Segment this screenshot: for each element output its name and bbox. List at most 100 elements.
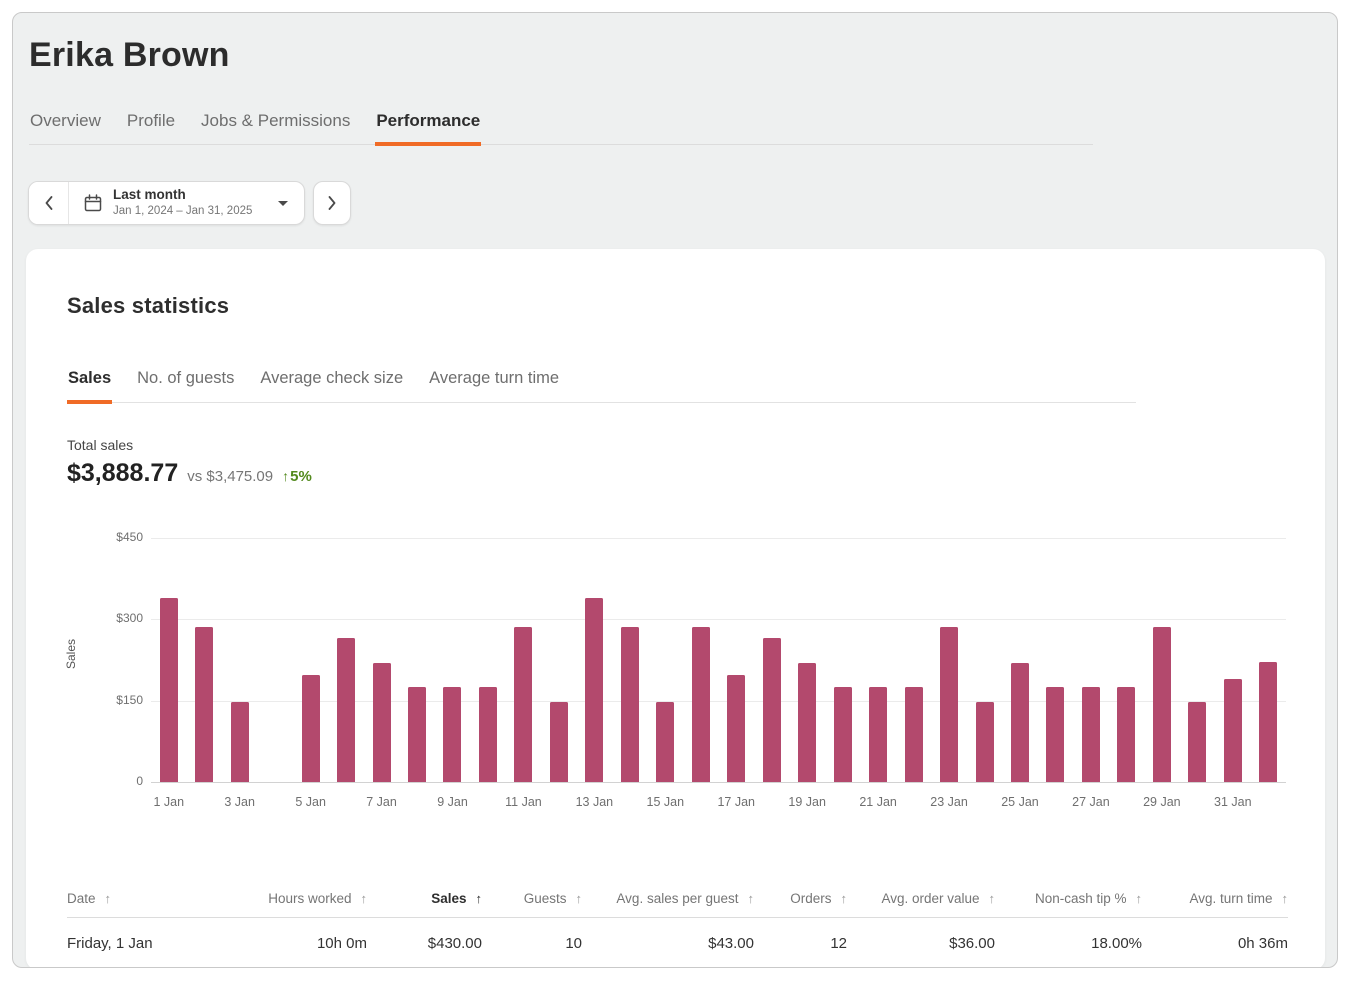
bar-19-jan[interactable] [798, 663, 816, 782]
sort-arrow-icon: ↑ [1282, 891, 1289, 906]
bar-12-jan[interactable] [550, 702, 568, 782]
x-tick-label: 13 Jan [576, 795, 614, 809]
table-cell: Friday, 1 Jan [67, 935, 247, 952]
main-tabs: Overview Profile Jobs & Permissions Perform… [29, 111, 1093, 145]
x-tick-label: 1 Jan [153, 795, 184, 809]
x-tick-label: 23 Jan [930, 795, 968, 809]
column-header-avg-sales-per-guest[interactable]: Avg. sales per guest↑ [582, 891, 754, 906]
bar-18-jan[interactable] [763, 638, 781, 782]
bar-22-jan[interactable] [905, 687, 923, 782]
tab-jobs-permissions[interactable]: Jobs & Permissions [200, 111, 351, 144]
bar-extra[interactable] [1259, 662, 1277, 782]
chevron-left-icon [45, 196, 53, 210]
date-range-value: Jan 1, 2024 – Jan 31, 2025 [113, 204, 252, 218]
tab-performance[interactable]: Performance [375, 111, 481, 144]
bar-20-jan[interactable] [834, 687, 852, 782]
y-tick-label: $150 [51, 693, 143, 707]
column-header-orders[interactable]: Orders↑ [754, 891, 847, 906]
column-header-hours-worked[interactable]: Hours worked↑ [247, 891, 367, 906]
y-tick-label: 0 [51, 774, 143, 788]
bar-5-jan[interactable] [302, 675, 320, 782]
gridline-450 [151, 538, 1286, 539]
table-cell: $43.00 [582, 935, 754, 952]
metric-tabs: Sales No. of guests Average check size Aver… [67, 369, 1136, 403]
bar-9-jan[interactable] [443, 687, 461, 782]
column-header-avg-turn-time[interactable]: Avg. turn time↑ [1142, 891, 1288, 906]
x-tick-label: 19 Jan [788, 795, 826, 809]
x-tick-label: 25 Jan [1001, 795, 1039, 809]
next-period-button[interactable] [313, 181, 351, 225]
column-label: Avg. sales per guest [616, 891, 738, 906]
bar-16-jan[interactable] [692, 627, 710, 782]
column-header-guests[interactable]: Guests↑ [482, 891, 582, 906]
bar-31-jan[interactable] [1224, 679, 1242, 782]
employee-performance-page: Erika Brown OverviewProfileJobs & Permis… [12, 12, 1338, 968]
previous-period-button[interactable] [29, 182, 69, 224]
table-row[interactable]: Friday, 1 Jan10h 0m$430.0010$43.0012$36.… [67, 918, 1288, 968]
bar-11-jan[interactable] [514, 627, 532, 782]
x-tick-label: 3 Jan [224, 795, 255, 809]
gridline-300 [151, 619, 1286, 620]
table-cell: $430.00 [367, 935, 482, 952]
bar-15-jan[interactable] [656, 702, 674, 782]
bar-30-jan[interactable] [1188, 702, 1206, 782]
bar-17-jan[interactable] [727, 675, 745, 782]
x-tick-label: 7 Jan [366, 795, 397, 809]
total-sales-value: $3,888.77 [67, 459, 178, 488]
bar-1-jan[interactable] [160, 598, 178, 782]
column-header-sales[interactable]: Sales↑ [367, 891, 482, 906]
bar-2-jan[interactable] [195, 627, 213, 782]
date-filter-bar: Last month Jan 1, 2024 – Jan 31, 2025 [28, 181, 1337, 225]
bar-29-jan[interactable] [1153, 627, 1171, 782]
bar-23-jan[interactable] [940, 627, 958, 782]
bar-14-jan[interactable] [621, 627, 639, 782]
table-cell: 12 [754, 935, 847, 952]
calendar-icon [83, 193, 103, 213]
bar-8-jan[interactable] [408, 687, 426, 782]
bar-7-jan[interactable] [373, 663, 391, 782]
table-cell: 0h 36m [1142, 935, 1288, 952]
y-tick-label: $450 [51, 530, 143, 544]
table-cell: 10h 0m [247, 935, 367, 952]
metric-tab-no-of-guests[interactable]: No. of guests [136, 369, 235, 402]
tab-overview[interactable]: Overview [29, 111, 102, 144]
table-cell: $36.00 [847, 935, 995, 952]
x-tick-label: 11 Jan [505, 795, 542, 809]
column-header-non-cash-tip-[interactable]: Non-cash tip %↑ [995, 891, 1142, 906]
bar-21-jan[interactable] [869, 687, 887, 782]
date-range-texts: Last month Jan 1, 2024 – Jan 31, 2025 [113, 187, 252, 218]
chevron-right-icon [328, 196, 336, 210]
bar-13-jan[interactable] [585, 598, 603, 782]
column-header-avg-order-value[interactable]: Avg. order value↑ [847, 891, 995, 906]
bar-26-jan[interactable] [1046, 687, 1064, 782]
bar-25-jan[interactable] [1011, 663, 1029, 782]
metric-tab-sales[interactable]: Sales [67, 369, 112, 402]
bar-10-jan[interactable] [479, 687, 497, 782]
bar-6-jan[interactable] [337, 638, 355, 782]
tab-profile[interactable]: Profile [126, 111, 176, 144]
metric-tab-average-turn-time[interactable]: Average turn time [428, 369, 560, 402]
bar-24-jan[interactable] [976, 702, 994, 782]
x-tick-label: 29 Jan [1143, 795, 1181, 809]
y-tick-label: $300 [51, 611, 143, 625]
sales-statistics-card: Sales statistics SalesNo. of guestsAvera… [26, 249, 1325, 968]
column-header-date[interactable]: Date↑ [67, 891, 247, 906]
bar-28-jan[interactable] [1117, 687, 1135, 782]
date-range-dropdown[interactable]: Last month Jan 1, 2024 – Jan 31, 2025 [69, 182, 304, 224]
column-label: Non-cash tip % [1035, 891, 1127, 906]
column-label: Hours worked [268, 891, 351, 906]
total-sales-row: $3,888.77 vs $3,475.09 ↑5% [67, 459, 312, 488]
gridline-0 [151, 782, 1286, 783]
x-tick-label: 15 Jan [647, 795, 685, 809]
x-tick-label: 21 Jan [859, 795, 897, 809]
x-tick-label: 27 Jan [1072, 795, 1110, 809]
x-tick-label: 31 Jan [1214, 795, 1252, 809]
bar-27-jan[interactable] [1082, 687, 1100, 782]
metric-tab-average-check-size[interactable]: Average check size [259, 369, 404, 402]
y-axis-label: Sales [64, 639, 78, 669]
daily-sales-table: Date↑Hours worked↑Sales↑Guests↑Avg. sale… [67, 879, 1288, 968]
x-tick-label: 9 Jan [437, 795, 468, 809]
column-label: Avg. order value [881, 891, 979, 906]
x-tick-label: 5 Jan [295, 795, 326, 809]
bar-3-jan[interactable] [231, 702, 249, 782]
